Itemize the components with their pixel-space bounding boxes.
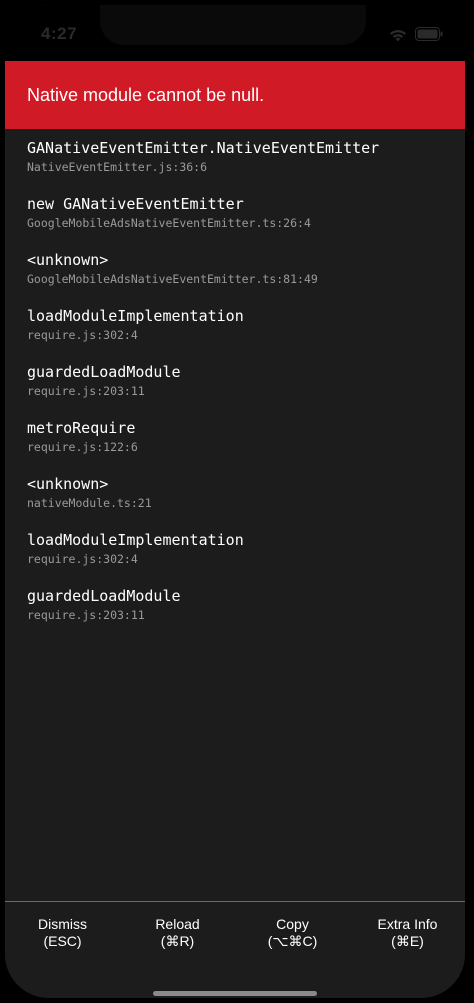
- frame-method: guardedLoadModule: [27, 587, 181, 605]
- status-time: 4:27: [41, 24, 78, 43]
- frame-method: loadModuleImplementation: [27, 307, 244, 325]
- reload-button[interactable]: Reload (⌘R): [120, 916, 235, 950]
- dismiss-button[interactable]: Dismiss (ESC): [5, 916, 120, 950]
- redbox-error-screen: 4:27 Native module cannot be null. GANat…: [5, 5, 465, 998]
- battery-icon: [415, 27, 443, 41]
- frame-location: GoogleMobileAdsNativeEventEmitter.ts:26:…: [27, 216, 311, 230]
- frame-location: require.js:203:11: [27, 384, 145, 398]
- reload-shortcut: (⌘R): [160, 933, 195, 949]
- action-footer: Dismiss (ESC) Reload (⌘R) Copy (⌥⌘C) Ext…: [5, 901, 465, 998]
- frame-location: require.js:302:4: [27, 552, 138, 566]
- stack-frame[interactable]: <unknown> nativeModule.ts:21: [27, 474, 447, 530]
- frame-location: NativeEventEmitter.js:36:6: [27, 160, 208, 174]
- frame-location: require.js:122:6: [27, 440, 138, 454]
- frame-location: GoogleMobileAdsNativeEventEmitter.ts:81:…: [27, 272, 318, 286]
- extra-info-button[interactable]: Extra Info (⌘E): [350, 916, 465, 950]
- stack-frame[interactable]: new GANativeEventEmitter GoogleMobileAds…: [27, 194, 447, 250]
- frame-method: <unknown>: [27, 251, 109, 269]
- frame-location: require.js:302:4: [27, 328, 138, 342]
- status-bar: 4:27: [5, 5, 465, 61]
- dismiss-shortcut: (ESC): [43, 933, 82, 949]
- stack-frame[interactable]: guardedLoadModule require.js:203:11: [27, 586, 447, 642]
- copy-label: Copy: [276, 916, 309, 932]
- reload-label: Reload: [155, 916, 200, 932]
- frame-method: <unknown>: [27, 475, 109, 493]
- frame-location: nativeModule.ts:21: [27, 496, 152, 510]
- extra-info-shortcut: (⌘E): [391, 933, 424, 949]
- dismiss-label: Dismiss: [38, 916, 87, 932]
- frame-method: new GANativeEventEmitter: [27, 195, 244, 213]
- stack-frame[interactable]: loadModuleImplementation require.js:302:…: [27, 306, 447, 362]
- frame-method: loadModuleImplementation: [27, 531, 244, 549]
- stack-frame[interactable]: loadModuleImplementation require.js:302:…: [27, 530, 447, 586]
- frame-method: guardedLoadModule: [27, 363, 181, 381]
- copy-button[interactable]: Copy (⌥⌘C): [235, 916, 350, 950]
- frame-method: metroRequire: [27, 419, 136, 437]
- stack-frame[interactable]: GANativeEventEmitter.NativeEventEmitter …: [27, 138, 447, 194]
- stack-trace-list: GANativeEventEmitter.NativeEventEmitter …: [27, 138, 447, 642]
- copy-shortcut: (⌥⌘C): [267, 933, 318, 949]
- extra-info-label: Extra Info: [377, 916, 438, 932]
- stack-frame[interactable]: guardedLoadModule require.js:203:11: [27, 362, 447, 418]
- device-notch: [100, 5, 366, 45]
- frame-location: require.js:203:11: [27, 608, 145, 622]
- stack-frame[interactable]: metroRequire require.js:122:6: [27, 418, 447, 474]
- wifi-icon: [390, 29, 406, 42]
- frame-method: GANativeEventEmitter.NativeEventEmitter: [27, 139, 380, 157]
- error-banner: Native module cannot be null.: [5, 61, 465, 129]
- device-frame: 4:27 Native module cannot be null. GANat…: [0, 0, 474, 1003]
- error-message: Native module cannot be null.: [27, 85, 265, 105]
- stack-frame[interactable]: <unknown> GoogleMobileAdsNativeEventEmit…: [27, 250, 447, 306]
- home-indicator[interactable]: [153, 991, 317, 996]
